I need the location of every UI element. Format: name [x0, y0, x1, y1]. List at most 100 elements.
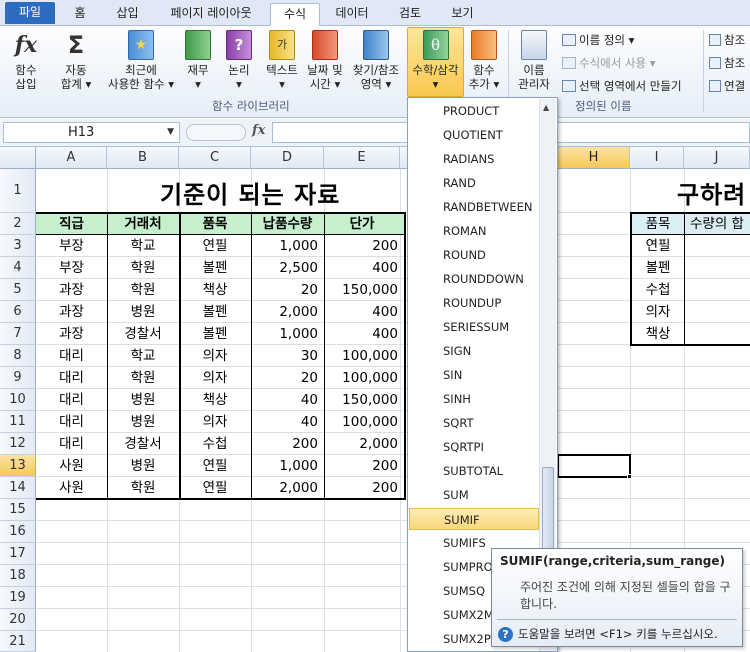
tab-home[interactable]: 홈: [60, 3, 100, 26]
table-cell[interactable]: 의자: [179, 367, 251, 389]
function-item-sin[interactable]: SIN: [409, 364, 539, 386]
table-cell[interactable]: 병원: [107, 455, 179, 477]
summary-item[interactable]: 볼펜: [631, 257, 685, 279]
table-cell[interactable]: 경찰서: [107, 323, 179, 345]
row-header[interactable]: 1: [0, 169, 36, 213]
function-item-sum[interactable]: SUM: [409, 484, 539, 506]
table-cell[interactable]: 대리: [36, 411, 107, 433]
active-cell-h13[interactable]: [557, 454, 631, 478]
table-cell[interactable]: 대리: [36, 345, 107, 367]
create-from-selection-button[interactable]: 선택 영역에서 만들기: [562, 78, 682, 94]
table-cell[interactable]: 100,000: [324, 367, 404, 389]
table-cell[interactable]: 200: [324, 455, 404, 477]
column-header[interactable]: I: [630, 147, 684, 169]
table-cell[interactable]: 학원: [107, 367, 179, 389]
function-item-sumif[interactable]: SUMIF: [409, 508, 539, 530]
tab-data[interactable]: 데이터: [326, 3, 378, 26]
table-cell[interactable]: 볼펜: [179, 323, 251, 345]
insert-function-fx-icon[interactable]: fx: [252, 123, 265, 138]
function-item-sqrt[interactable]: SQRT: [409, 412, 539, 434]
table-cell[interactable]: 대리: [36, 433, 107, 455]
date-time-button[interactable]: 날짜 및 시간 ▾: [304, 28, 346, 91]
summary-header-cell[interactable]: 수량의 합: [690, 213, 750, 235]
function-item-product[interactable]: PRODUCT: [409, 100, 539, 122]
table-cell[interactable]: 의자: [179, 411, 251, 433]
tab-insert[interactable]: 삽입: [105, 3, 150, 26]
insert-function-button[interactable]: fx 함수 삽입: [4, 28, 48, 91]
table-cell[interactable]: 400: [324, 257, 404, 279]
function-item-sinh[interactable]: SINH: [409, 388, 539, 410]
tab-view[interactable]: 보기: [440, 3, 485, 26]
header-cell[interactable]: 납품수량: [251, 213, 324, 235]
function-item-rounddown[interactable]: ROUNDDOWN: [409, 268, 539, 290]
table-cell[interactable]: 400: [324, 323, 404, 345]
table-cell[interactable]: 2,000: [251, 477, 324, 499]
row-header[interactable]: 19: [0, 587, 36, 609]
column-header[interactable]: A: [36, 147, 107, 169]
table-cell[interactable]: 20: [251, 279, 324, 301]
summary-item[interactable]: 책상: [631, 323, 685, 345]
tab-formulas[interactable]: 수식: [270, 3, 320, 26]
function-item-quotient[interactable]: QUOTIENT: [409, 124, 539, 146]
row-header[interactable]: 17: [0, 543, 36, 565]
column-header[interactable]: C: [179, 147, 251, 169]
table-cell[interactable]: 책상: [179, 279, 251, 301]
function-item-radians[interactable]: RADIANS: [409, 148, 539, 170]
row-header[interactable]: 5: [0, 279, 36, 301]
tab-file[interactable]: 파일: [5, 2, 55, 24]
row-header[interactable]: 8: [0, 345, 36, 367]
table-cell[interactable]: 경찰서: [107, 433, 179, 455]
row-header[interactable]: 15: [0, 499, 36, 521]
table-cell[interactable]: 학교: [107, 345, 179, 367]
table-cell[interactable]: 수첩: [179, 433, 251, 455]
row-header[interactable]: 2: [0, 213, 36, 235]
formula-bar-splitter[interactable]: [186, 124, 246, 141]
fill-handle[interactable]: [627, 474, 632, 479]
table-cell[interactable]: 2,000: [324, 433, 404, 455]
column-header[interactable]: B: [107, 147, 179, 169]
recently-used-button[interactable]: ★ 최근에 사용한 함수 ▾: [100, 28, 182, 91]
table-cell[interactable]: 과장: [36, 279, 107, 301]
row-header-selected[interactable]: 13: [0, 455, 36, 477]
trace-dependents-button[interactable]: 참조: [709, 55, 745, 71]
table-cell[interactable]: 병원: [107, 389, 179, 411]
table-cell[interactable]: 400: [324, 301, 404, 323]
table-cell[interactable]: 대리: [36, 367, 107, 389]
table-cell[interactable]: 사원: [36, 455, 107, 477]
table-cell[interactable]: 과장: [36, 301, 107, 323]
scrollbar-thumb[interactable]: [542, 467, 554, 557]
table-cell[interactable]: 대리: [36, 389, 107, 411]
function-item-roundup[interactable]: ROUNDUP: [409, 292, 539, 314]
name-manager-button[interactable]: 이름 관리자: [512, 28, 556, 91]
use-in-formula-button[interactable]: 수식에서 사용 ▾: [562, 55, 656, 71]
table-cell[interactable]: 100,000: [324, 411, 404, 433]
row-header[interactable]: 20: [0, 609, 36, 631]
function-item-sign[interactable]: SIGN: [409, 340, 539, 362]
row-header[interactable]: 16: [0, 521, 36, 543]
scroll-up-arrow-icon[interactable]: ▲: [543, 103, 549, 112]
table-cell[interactable]: 150,000: [324, 389, 404, 411]
row-header[interactable]: 14: [0, 477, 36, 499]
name-box[interactable]: H13 ▼: [3, 122, 180, 143]
table-cell[interactable]: 150,000: [324, 279, 404, 301]
row-header[interactable]: 18: [0, 565, 36, 587]
table-cell[interactable]: 연필: [179, 477, 251, 499]
table-cell[interactable]: 학교: [107, 235, 179, 257]
table-cell[interactable]: 100,000: [324, 345, 404, 367]
tab-page-layout[interactable]: 페이지 레이아웃: [155, 3, 267, 26]
row-header[interactable]: 21: [0, 631, 36, 652]
header-cell[interactable]: 거래처: [107, 213, 179, 235]
table-cell[interactable]: 1,000: [251, 323, 324, 345]
define-name-button[interactable]: 이름 정의 ▾: [562, 32, 634, 48]
column-header[interactable]: J: [684, 147, 750, 169]
table-cell[interactable]: 1,000: [251, 455, 324, 477]
financial-button[interactable]: 재무 ▾: [180, 28, 216, 91]
table-cell[interactable]: 30: [251, 345, 324, 367]
column-header[interactable]: E: [324, 147, 400, 169]
table-cell[interactable]: 2,000: [251, 301, 324, 323]
row-header[interactable]: 7: [0, 323, 36, 345]
function-item-rand[interactable]: RAND: [409, 172, 539, 194]
function-item-sqrtpi[interactable]: SQRTPI: [409, 436, 539, 458]
row-header[interactable]: 3: [0, 235, 36, 257]
table-cell[interactable]: 과장: [36, 323, 107, 345]
